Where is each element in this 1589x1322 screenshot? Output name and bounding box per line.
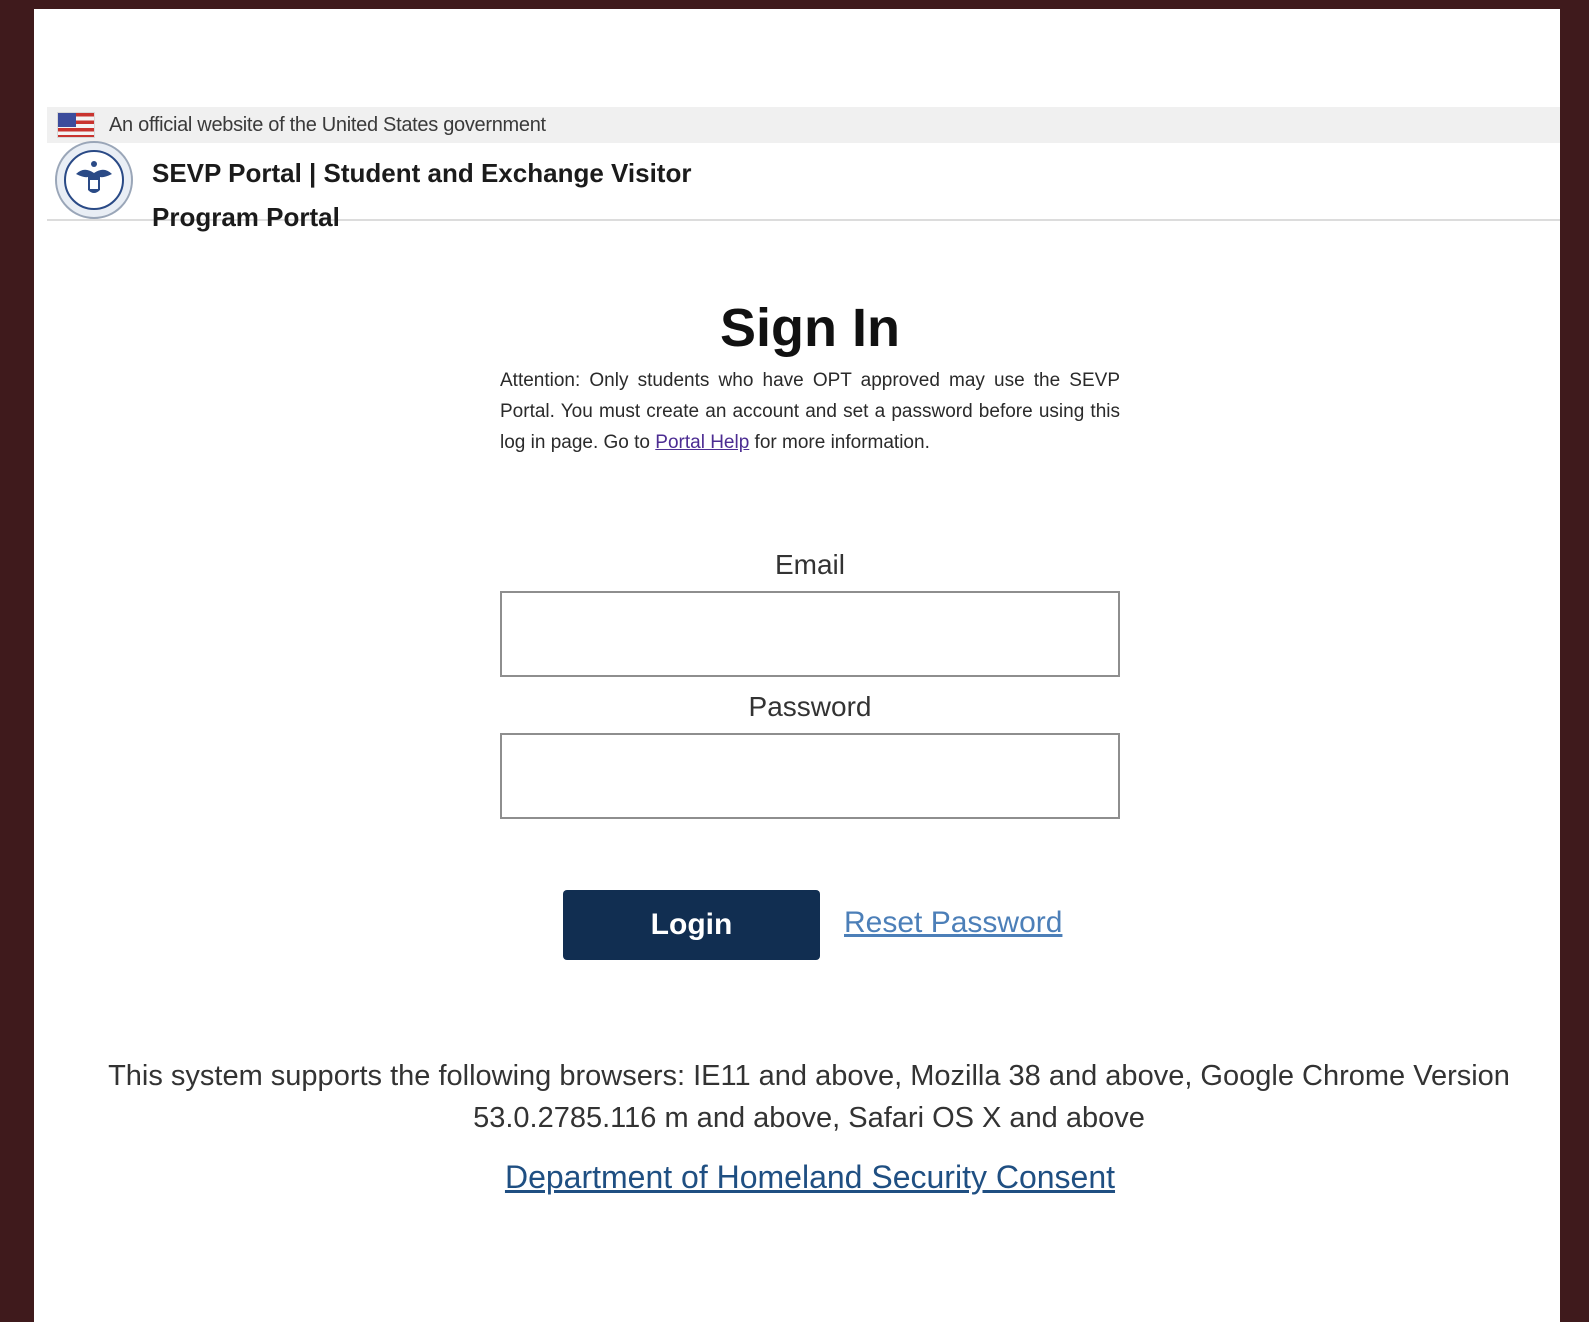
browser-support-text: This system supports the following brows… <box>108 1060 1510 1134</box>
site-title: SEVP Portal | Student and Exchange Visit… <box>152 158 692 232</box>
login-button[interactable]: Login <box>563 890 820 960</box>
attention-text-end: for more information. <box>749 432 930 453</box>
password-label: Password <box>748 691 872 722</box>
attention-notice: Attention: Only students who have OPT ap… <box>500 365 1120 458</box>
page-title: Sign In <box>720 298 900 358</box>
password-input[interactable] <box>500 733 1120 819</box>
site-header: SEVP Portal | Student and Exchange Visit… <box>47 141 1560 232</box>
portal-help-link[interactable]: Portal Help <box>655 432 749 453</box>
dhs-seal-icon <box>55 141 133 219</box>
email-input[interactable] <box>500 591 1120 677</box>
dhs-consent-link[interactable]: Department of Homeland Security Consent <box>34 1159 1586 1196</box>
email-label: Email <box>774 549 845 580</box>
us-flag-icon <box>57 112 95 138</box>
page-container: An official website of the United States… <box>34 9 1560 1322</box>
gov-banner-text: An official website of the United States… <box>109 113 546 136</box>
reset-password-link[interactable]: Reset Password <box>844 906 1062 940</box>
gov-banner: An official website of the United States… <box>47 107 1560 143</box>
